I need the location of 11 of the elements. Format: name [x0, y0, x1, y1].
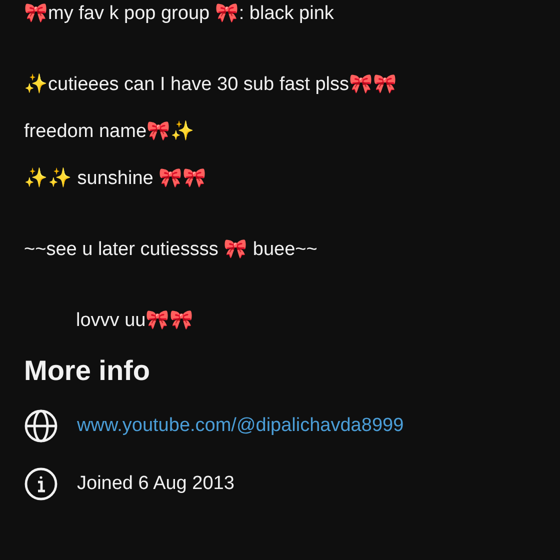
joined-date: Joined 6 Aug 2013	[77, 473, 234, 495]
description-line: freedom name🎀✨	[24, 120, 195, 144]
description-line: ✨✨ sunshine 🎀🎀	[24, 166, 207, 191]
description-line: ✨cutieees can I have 30 sub fast plss🎀🎀	[24, 72, 398, 97]
description-line: 🎀my fav k pop group 🎀: black pink	[24, 2, 334, 26]
section-heading: More info	[24, 354, 150, 388]
description-line: ~~see u later cutiessss 🎀 buee~~	[24, 238, 318, 262]
info-icon	[24, 467, 58, 501]
globe-icon	[24, 409, 58, 443]
channel-link[interactable]: www.youtube.com/@dipalichavda8999	[77, 415, 404, 437]
description-line: lovvv uu🎀🎀	[76, 309, 194, 333]
